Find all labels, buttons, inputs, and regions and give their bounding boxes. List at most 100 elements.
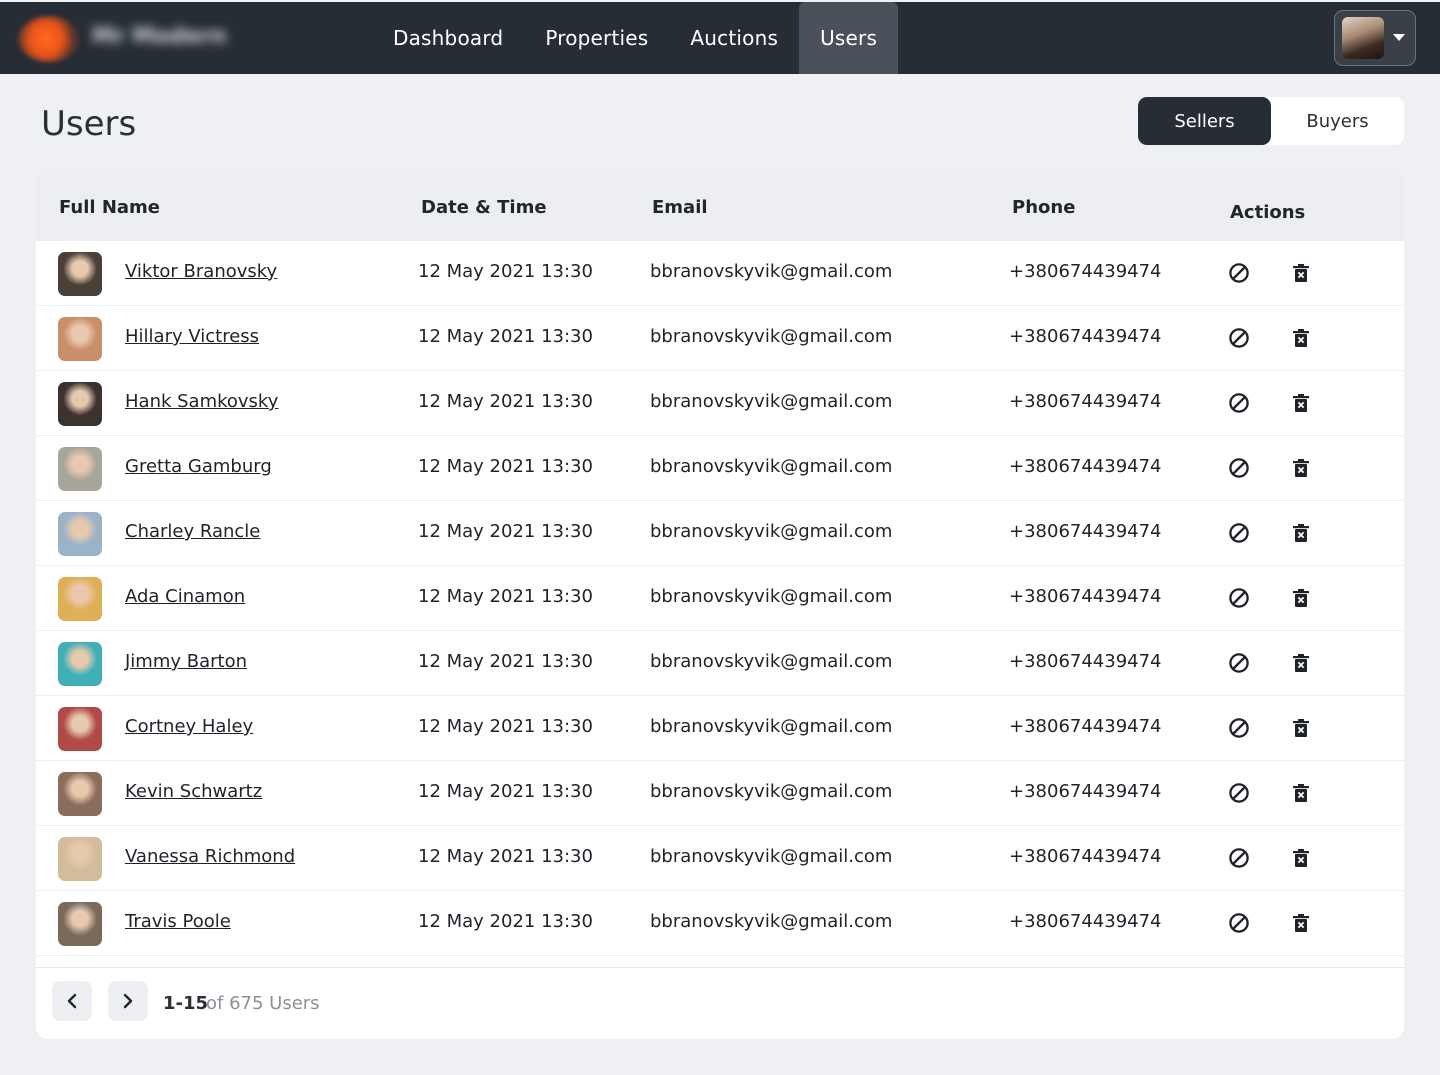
delete-user-button[interactable] bbox=[1289, 326, 1313, 350]
column-header-phone[interactable]: Phone bbox=[1012, 197, 1075, 218]
block-user-button[interactable] bbox=[1227, 781, 1251, 805]
user-name-link[interactable]: Ada Cinamon bbox=[125, 586, 245, 607]
user-name-link[interactable]: Charley Rancle bbox=[125, 521, 260, 542]
delete-user-button[interactable] bbox=[1289, 521, 1313, 545]
table-row: Viktor Branovsky 12 May 2021 13:30 bbranov… bbox=[36, 241, 1404, 306]
block-user-button[interactable] bbox=[1227, 261, 1251, 285]
delete-icon bbox=[1292, 263, 1310, 283]
column-header-actions: Actions bbox=[1230, 202, 1306, 223]
email-cell: bbranovskyvik@gmail.com bbox=[650, 261, 893, 282]
block-user-button[interactable] bbox=[1227, 326, 1251, 350]
delete-icon bbox=[1292, 653, 1310, 673]
block-icon bbox=[1228, 392, 1250, 414]
column-header-email[interactable]: Email bbox=[652, 197, 708, 218]
email-cell: bbranovskyvik@gmail.com bbox=[650, 846, 893, 867]
block-user-button[interactable] bbox=[1227, 846, 1251, 870]
avatar bbox=[58, 512, 102, 556]
email-cell: bbranovskyvik@gmail.com bbox=[650, 716, 893, 737]
delete-icon bbox=[1292, 718, 1310, 738]
delete-icon bbox=[1292, 328, 1310, 348]
brand-logo[interactable] bbox=[18, 16, 80, 62]
user-name-link[interactable]: Jimmy Barton bbox=[125, 651, 247, 672]
date-time-cell: 12 May 2021 13:30 bbox=[418, 586, 593, 607]
column-header-full-name[interactable]: Full Name bbox=[59, 197, 160, 218]
chevron-left-icon bbox=[67, 993, 77, 1009]
delete-user-button[interactable] bbox=[1289, 651, 1313, 675]
date-time-cell: 12 May 2021 13:30 bbox=[418, 521, 593, 542]
date-time-cell: 12 May 2021 13:30 bbox=[418, 911, 593, 932]
table-row: Charley Rancle 12 May 2021 13:30 bbranovsk… bbox=[36, 501, 1404, 566]
delete-user-button[interactable] bbox=[1289, 391, 1313, 415]
user-name-link[interactable]: Hillary Victress bbox=[125, 326, 259, 347]
block-user-button[interactable] bbox=[1227, 456, 1251, 480]
date-time-cell: 12 May 2021 13:30 bbox=[418, 651, 593, 672]
block-user-button[interactable] bbox=[1227, 911, 1251, 935]
avatar bbox=[58, 252, 102, 296]
delete-user-button[interactable] bbox=[1289, 716, 1313, 740]
nav-properties[interactable]: Properties bbox=[524, 2, 669, 74]
sellers-buyers-toggle: Sellers Buyers bbox=[1138, 97, 1404, 145]
buyers-tab[interactable]: Buyers bbox=[1271, 97, 1404, 145]
user-name-link[interactable]: Vanessa Richmond bbox=[125, 846, 295, 867]
nav-dashboard[interactable]: Dashboard bbox=[372, 2, 524, 74]
delete-user-button[interactable] bbox=[1289, 586, 1313, 610]
table-row: Gretta Gamburg 12 May 2021 13:30 bbranovsk… bbox=[36, 436, 1404, 501]
table-header: Full Name Date & Time Email Phone Action… bbox=[36, 169, 1404, 241]
table-row: Travis Poole 12 May 2021 13:30 bbranovskyv… bbox=[36, 891, 1404, 956]
phone-cell: +380674439474 bbox=[1009, 326, 1162, 347]
sellers-tab[interactable]: Sellers bbox=[1138, 97, 1271, 145]
top-navbar: Mr Modern Dashboard Properties Auctions … bbox=[0, 2, 1440, 74]
phone-cell: +380674439474 bbox=[1009, 781, 1162, 802]
block-user-button[interactable] bbox=[1227, 586, 1251, 610]
delete-user-button[interactable] bbox=[1289, 456, 1313, 480]
user-name-link[interactable]: Gretta Gamburg bbox=[125, 456, 272, 477]
delete-user-button[interactable] bbox=[1289, 911, 1313, 935]
user-name-link[interactable]: Kevin Schwartz bbox=[125, 781, 262, 802]
pagination-range: 1-15 bbox=[163, 993, 209, 1014]
delete-user-button[interactable] bbox=[1289, 846, 1313, 870]
page-title: Users bbox=[41, 104, 137, 144]
column-header-date-time[interactable]: Date & Time bbox=[421, 197, 547, 218]
block-user-button[interactable] bbox=[1227, 716, 1251, 740]
block-icon bbox=[1228, 457, 1250, 479]
delete-user-button[interactable] bbox=[1289, 261, 1313, 285]
phone-cell: +380674439474 bbox=[1009, 716, 1162, 737]
email-cell: bbranovskyvik@gmail.com bbox=[650, 456, 893, 477]
phone-cell: +380674439474 bbox=[1009, 521, 1162, 542]
user-name-link[interactable]: Hank Samkovsky bbox=[125, 391, 278, 412]
pagination-total: of 675 Users bbox=[206, 993, 320, 1014]
user-name-link[interactable]: Cortney Haley bbox=[125, 716, 253, 737]
email-cell: bbranovskyvik@gmail.com bbox=[650, 521, 893, 542]
user-name-link[interactable]: Viktor Branovsky bbox=[125, 261, 277, 282]
delete-user-button[interactable] bbox=[1289, 781, 1313, 805]
block-user-button[interactable] bbox=[1227, 651, 1251, 675]
phone-cell: +380674439474 bbox=[1009, 651, 1162, 672]
avatar bbox=[58, 382, 102, 426]
delete-icon bbox=[1292, 588, 1310, 608]
avatar bbox=[58, 577, 102, 621]
date-time-cell: 12 May 2021 13:30 bbox=[418, 781, 593, 802]
block-user-button[interactable] bbox=[1227, 521, 1251, 545]
pagination-bar: 1-15 of 675 Users bbox=[36, 967, 1404, 1039]
chevron-down-icon bbox=[1393, 34, 1405, 41]
table-row: Hillary Victress 12 May 2021 13:30 bbranov… bbox=[36, 306, 1404, 371]
email-cell: bbranovskyvik@gmail.com bbox=[650, 781, 893, 802]
block-user-button[interactable] bbox=[1227, 391, 1251, 415]
nav-users[interactable]: Users bbox=[799, 2, 899, 74]
date-time-cell: 12 May 2021 13:30 bbox=[418, 846, 593, 867]
email-cell: bbranovskyvik@gmail.com bbox=[650, 586, 893, 607]
nav-auctions[interactable]: Auctions bbox=[669, 2, 799, 74]
profile-menu-button[interactable] bbox=[1334, 10, 1416, 66]
users-table-card: Full Name Date & Time Email Phone Action… bbox=[36, 169, 1404, 1039]
table-row: Cortney Haley 12 May 2021 13:30 bbranovsky… bbox=[36, 696, 1404, 761]
user-name-link[interactable]: Travis Poole bbox=[125, 911, 231, 932]
next-page-button[interactable] bbox=[108, 981, 148, 1021]
phone-cell: +380674439474 bbox=[1009, 911, 1162, 932]
phone-cell: +380674439474 bbox=[1009, 261, 1162, 282]
email-cell: bbranovskyvik@gmail.com bbox=[650, 326, 893, 347]
table-row bbox=[36, 956, 1404, 967]
prev-page-button[interactable] bbox=[52, 981, 92, 1021]
chevron-right-icon bbox=[123, 993, 133, 1009]
brand-name[interactable]: Mr Modern bbox=[92, 24, 272, 52]
block-icon bbox=[1228, 262, 1250, 284]
